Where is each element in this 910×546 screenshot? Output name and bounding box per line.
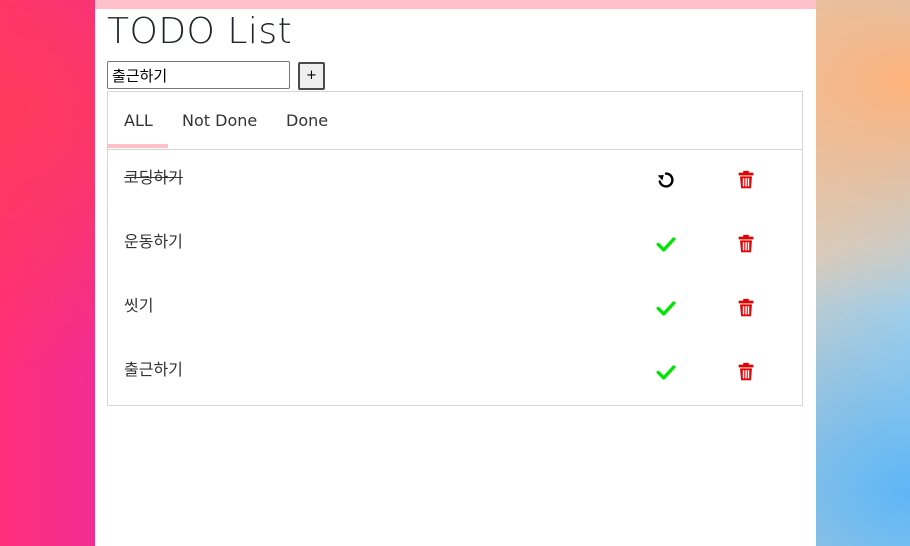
check-icon[interactable] [655,297,677,319]
task-item: 씻기 [108,277,802,341]
tab-not-done[interactable]: Not Done [182,111,257,131]
undo-icon[interactable] [655,169,677,191]
check-icon[interactable] [655,233,677,255]
page-title: TODO List [107,11,293,52]
trash-icon[interactable] [735,297,757,319]
task-item: 코딩하기 [108,149,802,213]
trash-icon[interactable] [735,169,757,191]
tab-done[interactable]: Done [286,111,328,131]
trash-icon[interactable] [735,361,757,383]
todo-card: TODO List + ALL Not Done Done 코딩하기 운동하기 [95,0,816,546]
card-top-bar [95,0,816,9]
tab-all[interactable]: ALL [124,111,153,131]
task-text: 코딩하기 [124,168,183,187]
add-task-button[interactable]: + [298,62,325,90]
task-input[interactable] [107,61,290,89]
trash-icon[interactable] [735,233,757,255]
check-icon[interactable] [655,361,677,383]
task-text: 씻기 [124,296,154,315]
active-tab-indicator [108,144,168,148]
tab-bar: ALL Not Done Done [108,92,802,150]
task-text: 출근하기 [124,360,183,379]
task-item: 운동하기 [108,213,802,277]
task-text: 운동하기 [124,232,183,251]
task-item: 출근하기 [108,341,802,405]
task-board: ALL Not Done Done 코딩하기 운동하기 씻기 출근하기 [107,91,803,406]
